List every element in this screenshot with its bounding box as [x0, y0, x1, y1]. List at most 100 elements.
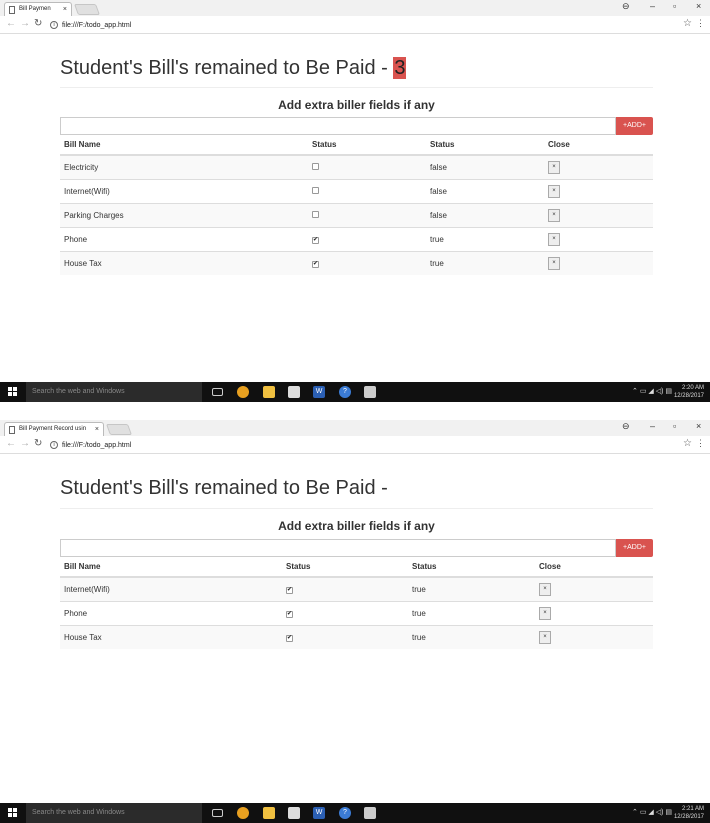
- table-row: House Tax ✔ true ×: [60, 250, 653, 275]
- new-tab-button[interactable]: [105, 424, 133, 435]
- forward-arrow-icon[interactable]: →: [20, 438, 30, 449]
- info-icon[interactable]: i: [50, 21, 58, 30]
- taskbar-clock[interactable]: 2:20 AM 12/28/2017: [674, 384, 704, 400]
- taskbar-search[interactable]: Search the web and Windows: [26, 382, 202, 402]
- clock-time: 2:20 AM: [681, 385, 704, 391]
- column-header-status: Status: [426, 135, 544, 156]
- notepad-icon[interactable]: [364, 807, 376, 819]
- bill-status: true: [408, 624, 535, 649]
- notepad-icon[interactable]: [364, 386, 376, 398]
- browser-toolbar: ← → ↻ i file:///F:/todo_app.html ☆ ⋮: [0, 436, 710, 454]
- add-biller-button[interactable]: +ADD+: [616, 117, 653, 135]
- close-window-button[interactable]: ×: [696, 421, 701, 431]
- back-arrow-icon[interactable]: ←: [6, 438, 16, 449]
- tab-close-icon[interactable]: ×: [95, 423, 99, 436]
- system-tray[interactable]: ⌃ ▭ ◢ ◁) ▤: [632, 387, 672, 395]
- reload-icon[interactable]: ↻: [34, 438, 42, 449]
- clock-date: 12/28/2017: [673, 814, 704, 820]
- browser-tab-strip: Bill Payment Record usin × ⊖ – ▫ ×: [0, 420, 710, 436]
- column-header-status-checkbox: Status: [308, 135, 426, 156]
- close-button[interactable]: ×: [548, 184, 560, 198]
- bill-status: false: [426, 178, 544, 203]
- chrome-icon[interactable]: [237, 807, 249, 819]
- taskbar-clock[interactable]: 2:21 AM 12/28/2017: [674, 805, 704, 821]
- paid-checkbox[interactable]: ✔: [312, 261, 319, 269]
- store-icon[interactable]: [288, 386, 300, 398]
- info-icon[interactable]: i: [50, 441, 58, 450]
- close-button[interactable]: ×: [548, 160, 560, 174]
- reload-icon[interactable]: ↻: [34, 18, 42, 29]
- paid-checkbox[interactable]: [312, 162, 319, 170]
- menu-kebab-icon[interactable]: ⋮: [696, 438, 705, 449]
- remaining-count-badge: 3: [393, 57, 407, 79]
- new-tab-button[interactable]: [73, 4, 101, 15]
- page-icon: [9, 6, 15, 14]
- screenshot-top: Bill Paymen × ⊖ – ▫ × ← → ↻ i file:///F:/…: [0, 0, 710, 402]
- paid-checkbox[interactable]: ✔: [286, 587, 293, 595]
- restore-button[interactable]: ▫: [673, 421, 676, 431]
- help-icon[interactable]: ?: [339, 386, 351, 398]
- table-row: Internet(Wifi) ✔ true ×: [60, 576, 653, 601]
- tab-close-icon[interactable]: ×: [63, 3, 67, 16]
- bill-status: true: [408, 576, 535, 601]
- task-view-icon[interactable]: [212, 388, 223, 396]
- close-button[interactable]: ×: [548, 208, 560, 222]
- bill-status: false: [426, 154, 544, 179]
- browser-tab[interactable]: Bill Paymen ×: [4, 2, 72, 16]
- close-button[interactable]: ×: [548, 256, 560, 270]
- menu-kebab-icon[interactable]: ⋮: [696, 18, 705, 29]
- browser-tab[interactable]: Bill Payment Record usin ×: [4, 422, 104, 436]
- file-explorer-icon[interactable]: [263, 386, 275, 398]
- forward-arrow-icon[interactable]: →: [20, 18, 30, 29]
- biller-name-input[interactable]: [60, 117, 616, 135]
- page-title: Student's Bill's remained to Be Paid - 3: [60, 57, 407, 80]
- table-row: House Tax ✔ true ×: [60, 624, 653, 649]
- bill-name: Electricity: [60, 154, 308, 179]
- paid-checkbox[interactable]: [312, 210, 319, 218]
- page-title-text: Student's Bill's remained to Be Paid -: [60, 477, 388, 499]
- close-window-button[interactable]: ×: [696, 1, 701, 11]
- word-icon[interactable]: W: [313, 386, 325, 398]
- bill-status: true: [426, 250, 544, 275]
- paid-checkbox[interactable]: [312, 186, 319, 194]
- windows-start-icon[interactable]: [8, 808, 18, 818]
- address-bar[interactable]: i file:///F:/todo_app.html: [50, 19, 695, 32]
- table-row: Phone ✔ true ×: [60, 226, 653, 251]
- close-button[interactable]: ×: [539, 582, 551, 596]
- address-bar[interactable]: i file:///F:/todo_app.html: [50, 439, 695, 452]
- restore-button[interactable]: ▫: [673, 1, 676, 11]
- help-icon[interactable]: ?: [339, 807, 351, 819]
- minimize-button[interactable]: –: [650, 1, 655, 11]
- column-header-close: Close: [535, 557, 653, 578]
- windows-taskbar: Search the web and Windows W ? ⌃ ▭ ◢ ◁) …: [0, 382, 710, 402]
- task-view-icon[interactable]: [212, 809, 223, 817]
- minimize-button[interactable]: –: [650, 421, 655, 431]
- system-tray[interactable]: ⌃ ▭ ◢ ◁) ▤: [632, 808, 672, 816]
- chrome-icon[interactable]: [237, 386, 249, 398]
- screenshot-bottom: Bill Payment Record usin × ⊖ – ▫ × ← → ↻…: [0, 420, 710, 823]
- account-icon[interactable]: ⊖: [622, 421, 630, 432]
- table-row: Parking Charges false ×: [60, 202, 653, 227]
- file-explorer-icon[interactable]: [263, 807, 275, 819]
- biller-name-input[interactable]: [60, 539, 616, 557]
- word-icon[interactable]: W: [313, 807, 325, 819]
- bookmark-star-icon[interactable]: ☆: [683, 438, 692, 449]
- add-biller-button[interactable]: +ADD+: [616, 539, 653, 557]
- bill-name: Phone: [60, 226, 308, 251]
- close-button[interactable]: ×: [539, 606, 551, 620]
- divider: [60, 508, 653, 509]
- bookmark-star-icon[interactable]: ☆: [683, 18, 692, 29]
- windows-start-icon[interactable]: [8, 387, 18, 397]
- account-icon[interactable]: ⊖: [622, 1, 630, 12]
- bill-status: false: [426, 202, 544, 227]
- paid-checkbox[interactable]: ✔: [312, 237, 319, 244]
- store-icon[interactable]: [288, 807, 300, 819]
- taskbar-search[interactable]: Search the web and Windows: [26, 803, 202, 823]
- back-arrow-icon[interactable]: ←: [6, 18, 16, 29]
- close-button[interactable]: ×: [539, 630, 551, 644]
- tab-title: Bill Payment Record usin: [19, 426, 87, 432]
- paid-checkbox[interactable]: ✔: [286, 635, 293, 643]
- column-header-status-checkbox: Status: [282, 557, 408, 578]
- close-button[interactable]: ×: [548, 232, 560, 246]
- paid-checkbox[interactable]: ✔: [286, 611, 293, 618]
